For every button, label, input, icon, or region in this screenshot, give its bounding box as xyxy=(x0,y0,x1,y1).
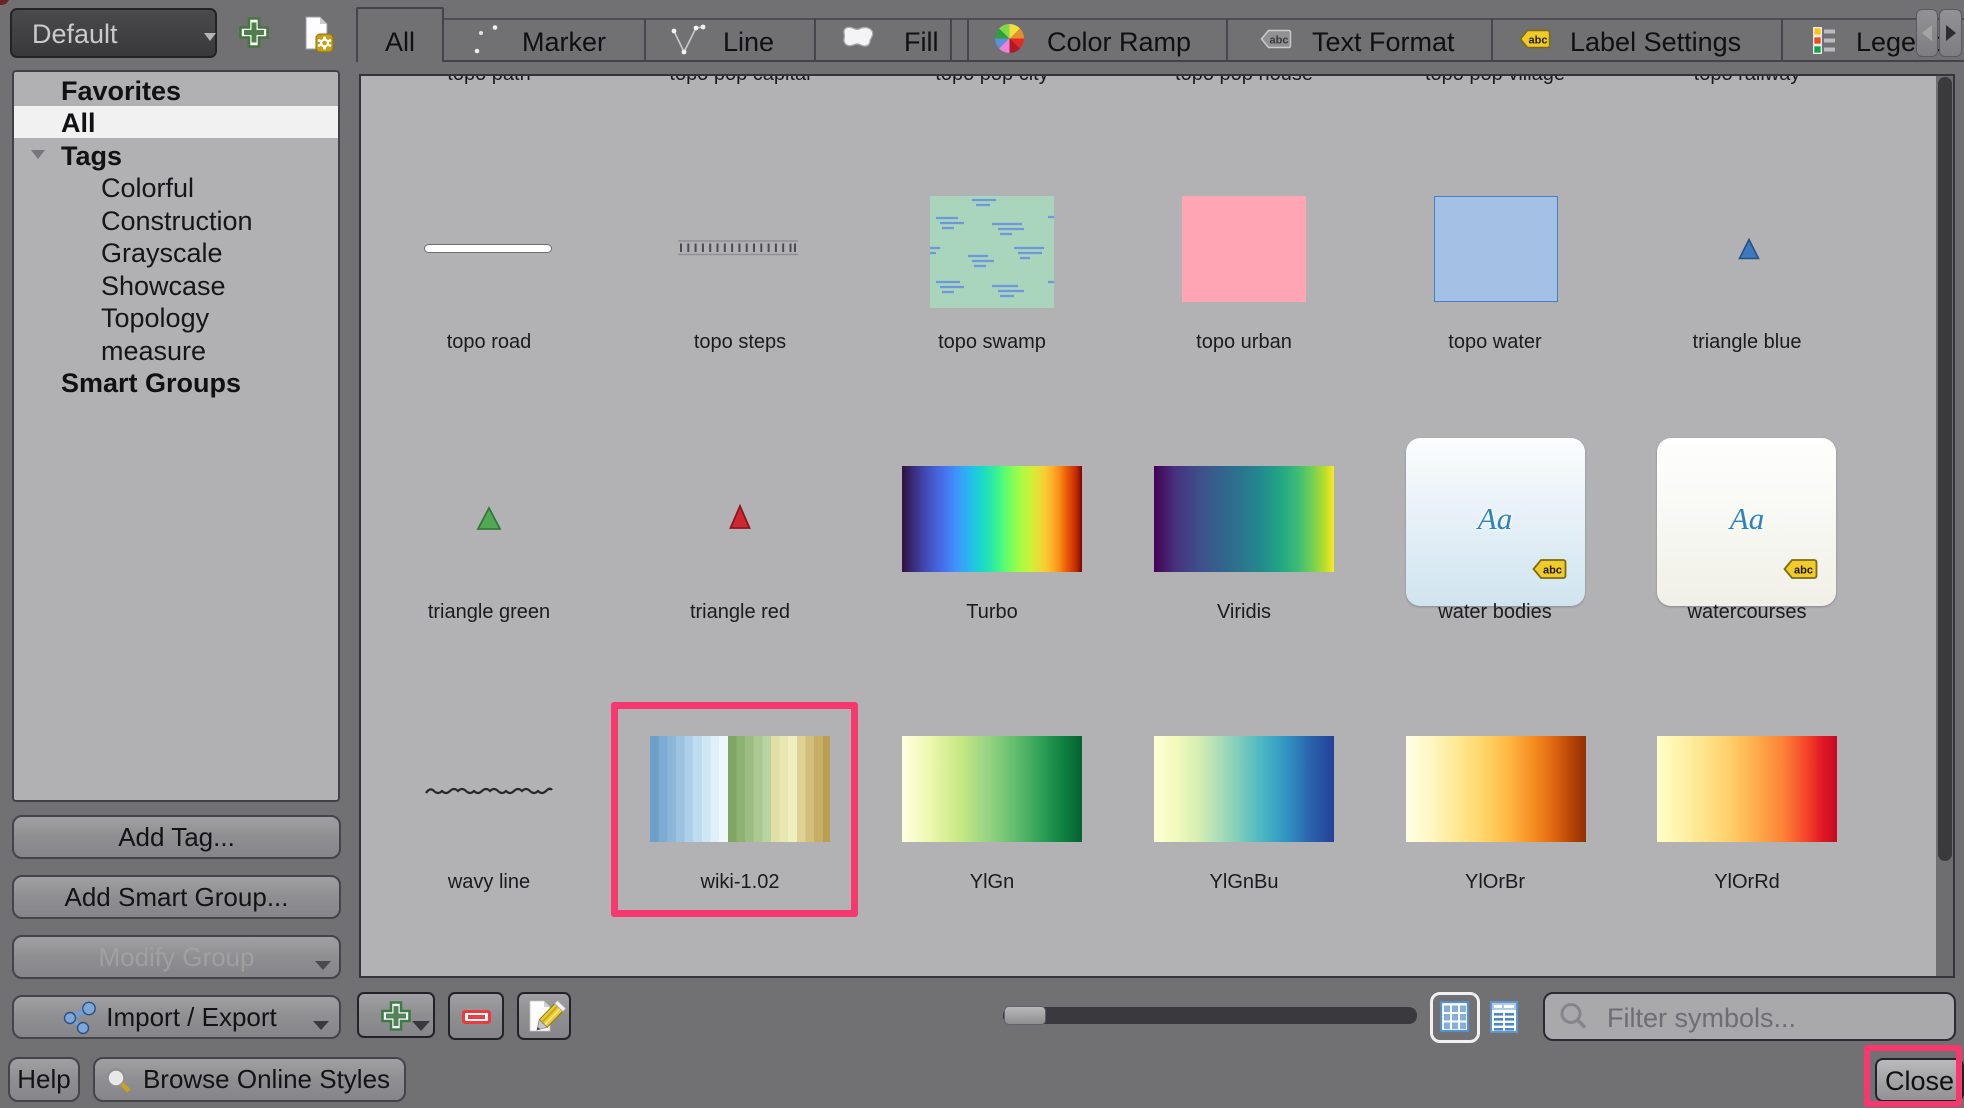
svg-text:abc: abc xyxy=(1543,565,1562,577)
svg-text:abc: abc xyxy=(1270,35,1289,47)
svg-text:abc: abc xyxy=(1529,35,1548,47)
svg-text:abc: abc xyxy=(1794,565,1813,577)
